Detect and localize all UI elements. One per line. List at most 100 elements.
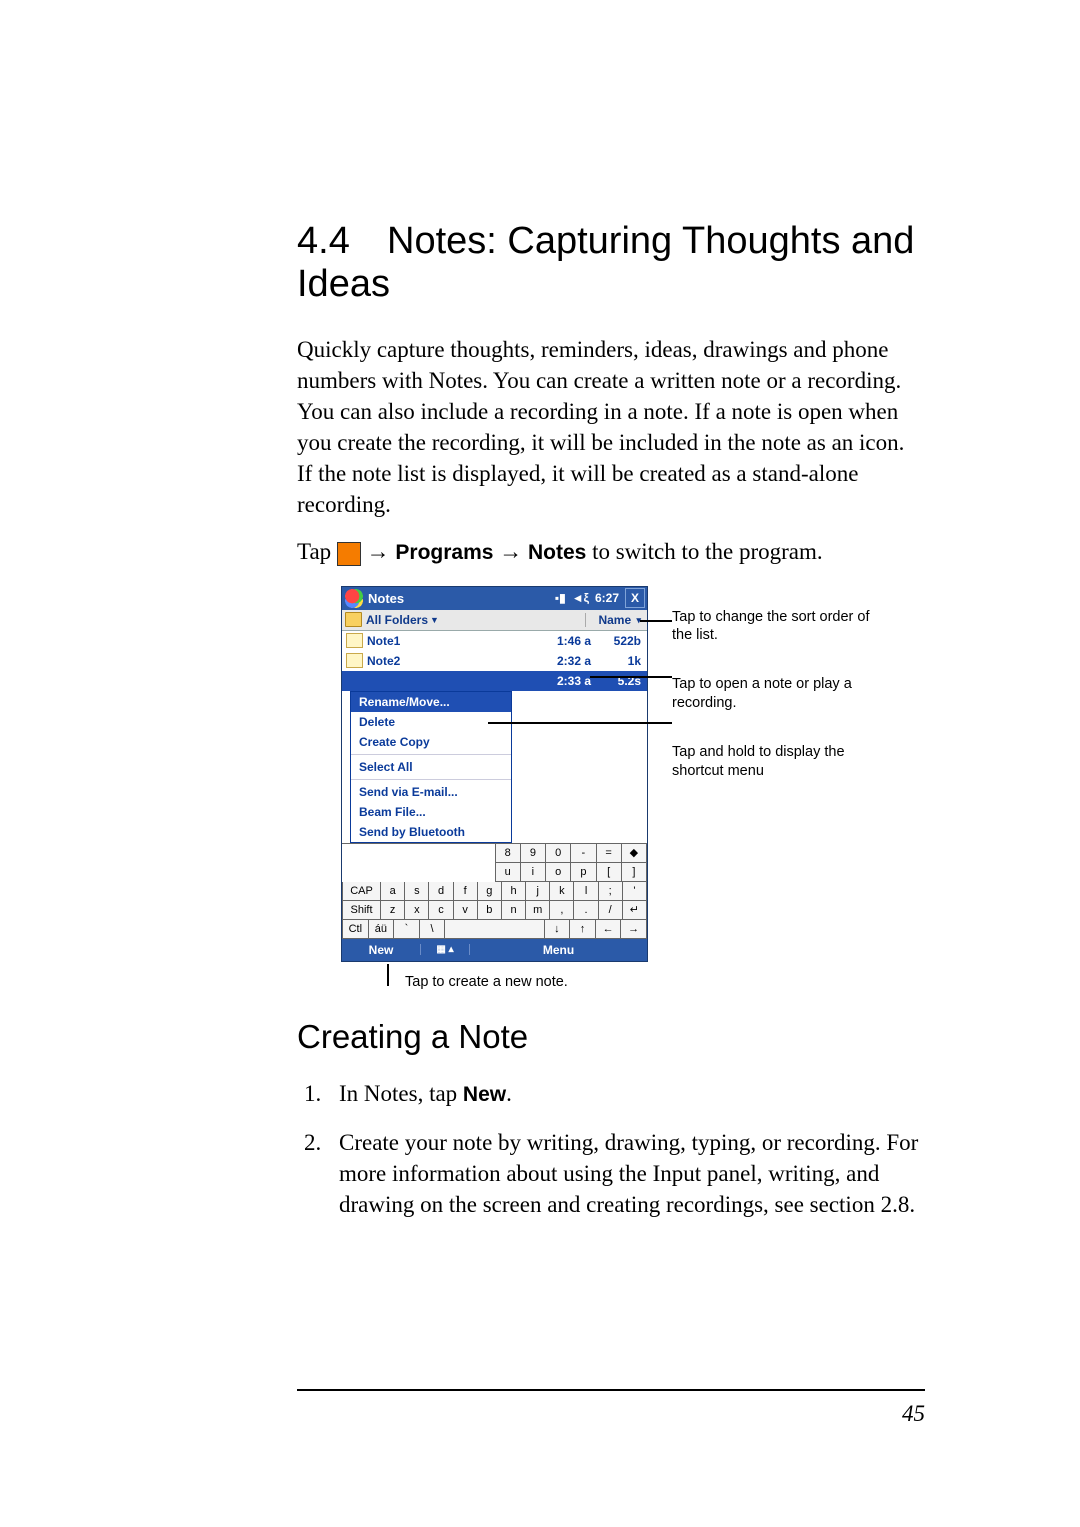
figure: Notes ▪▮ ◄ξ 6:27 X All Folders▼ Name ▾ N… [341, 586, 925, 962]
note-time: 2:32 a [521, 654, 591, 668]
new-button[interactable]: New [342, 943, 420, 957]
menu-item-copy[interactable]: Create Copy [351, 732, 511, 752]
context-menu: Rename/Move... Delete Create Copy Select… [350, 691, 512, 843]
key[interactable]: a [381, 882, 405, 901]
key[interactable]: j [526, 882, 550, 901]
key-left[interactable]: ← [596, 920, 622, 939]
title-bar: Notes ▪▮ ◄ξ 6:27 X [342, 587, 647, 610]
menu-button[interactable]: Menu [470, 943, 647, 957]
soft-keyboard[interactable]: 890-=◆ uiop[] CAPasdfghjkl;' Shiftzxcvbn… [342, 843, 647, 939]
key-space[interactable] [445, 920, 544, 939]
key[interactable]: \ [420, 920, 446, 939]
key[interactable]: ] [622, 863, 647, 882]
menu-item-delete[interactable]: Delete [351, 712, 511, 732]
key[interactable]: ; [599, 882, 623, 901]
key[interactable]: 9 [521, 844, 546, 863]
key[interactable]: x [405, 901, 429, 920]
key[interactable]: d [429, 882, 453, 901]
key-up[interactable]: ↑ [570, 920, 596, 939]
arrow-icon: → [367, 539, 390, 564]
key[interactable]: ' [623, 882, 647, 901]
key[interactable]: [ [597, 863, 622, 882]
intro-paragraph: Quickly capture thoughts, reminders, ide… [297, 334, 925, 520]
key[interactable]: o [546, 863, 571, 882]
signal-icon: ▪▮ [555, 591, 566, 605]
menu-item-beam[interactable]: Beam File... [351, 802, 511, 822]
nav-pre: Tap [297, 539, 337, 564]
leader-line [488, 722, 672, 724]
nav-post: to switch to the program. [586, 539, 822, 564]
key-backspace[interactable]: ◆ [622, 844, 647, 863]
key[interactable]: 8 [495, 844, 521, 863]
key[interactable]: k [550, 882, 574, 901]
key-enter[interactable]: ↵ [623, 901, 647, 920]
key[interactable]: - [571, 844, 596, 863]
folder-picker[interactable]: All Folders▼ [366, 613, 585, 627]
key[interactable]: z [381, 901, 405, 920]
folder-icon [345, 612, 362, 627]
windows-start-icon [337, 542, 361, 566]
list-item-selected[interactable]: 2:33 a 5.2s [342, 671, 647, 691]
sip-toggle[interactable]: ▦ ▴ [420, 944, 470, 955]
key[interactable]: m [526, 901, 550, 920]
key-shift[interactable]: Shift [342, 901, 381, 920]
key[interactable]: n [502, 901, 526, 920]
bottom-bar: New ▦ ▴ Menu [342, 939, 647, 961]
note-name: Note1 [367, 634, 521, 648]
app-title: Notes [366, 591, 555, 606]
key[interactable]: 0 [546, 844, 571, 863]
key[interactable]: . [574, 901, 598, 920]
key[interactable]: h [502, 882, 526, 901]
windows-flag-icon[interactable] [345, 587, 363, 610]
leader-line [640, 620, 672, 622]
section-title: Notes: Capturing Thoughts and Ideas [297, 220, 914, 305]
key-intl[interactable]: áü [369, 920, 395, 939]
menu-item-rename[interactable]: Rename/Move... [351, 692, 511, 712]
note-name: Note2 [367, 654, 521, 668]
annotations: Tap to change the sort order of the list… [672, 586, 882, 811]
menu-separator [351, 754, 511, 755]
key[interactable]: ` [394, 920, 420, 939]
key[interactable]: = [597, 844, 622, 863]
key-caps[interactable]: CAP [342, 882, 381, 901]
key[interactable]: b [478, 901, 502, 920]
steps-list: In Notes, tap New. Create your note by w… [297, 1078, 925, 1220]
section-heading: 4.4Notes: Capturing Thoughts and Ideas [297, 220, 925, 306]
key[interactable]: , [550, 901, 574, 920]
clock: 6:27 [595, 591, 619, 605]
nav-notes: Notes [528, 541, 586, 564]
nav-instruction: Tap → Programs → Notes to switch to the … [297, 536, 925, 567]
menu-item-email[interactable]: Send via E-mail... [351, 782, 511, 802]
menu-separator [351, 779, 511, 780]
key[interactable]: s [405, 882, 429, 901]
key[interactable]: i [521, 863, 546, 882]
key-down[interactable]: ↓ [545, 920, 571, 939]
subsection-heading: Creating a Note [297, 1018, 925, 1056]
key-right[interactable]: → [621, 920, 647, 939]
list-item[interactable]: Note2 2:32 a 1k [342, 651, 647, 671]
list-header: All Folders▼ Name ▾ [342, 610, 647, 631]
note-list: Note1 1:46 a 522b Note2 2:32 a 1k 2:33 a… [342, 631, 647, 843]
key[interactable]: u [495, 863, 521, 882]
page-number: 45 [297, 1401, 925, 1427]
note-size: 522b [591, 634, 643, 648]
key-ctrl[interactable]: Ctl [342, 920, 369, 939]
note-icon [346, 633, 363, 648]
note-size: 1k [591, 654, 643, 668]
menu-item-bluetooth[interactable]: Send by Bluetooth [351, 822, 511, 842]
key[interactable]: f [454, 882, 478, 901]
menu-item-select-all[interactable]: Select All [351, 757, 511, 777]
key[interactable]: l [574, 882, 598, 901]
key[interactable]: c [429, 901, 453, 920]
list-item[interactable]: Note1 1:46 a 522b [342, 631, 647, 651]
key[interactable]: v [454, 901, 478, 920]
close-icon[interactable]: X [625, 588, 645, 608]
key[interactable]: p [571, 863, 596, 882]
annotation-sort: Tap to change the sort order of the list… [672, 608, 882, 646]
key[interactable]: / [599, 901, 623, 920]
step-2: Create your note by writing, drawing, ty… [327, 1127, 925, 1220]
key[interactable]: g [478, 882, 502, 901]
annotation-open: Tap to open a note or play a recording. [672, 675, 882, 713]
sort-name[interactable]: Name ▾ [585, 613, 647, 627]
annotation-shortcut: Tap and hold to display the shortcut men… [672, 743, 882, 781]
